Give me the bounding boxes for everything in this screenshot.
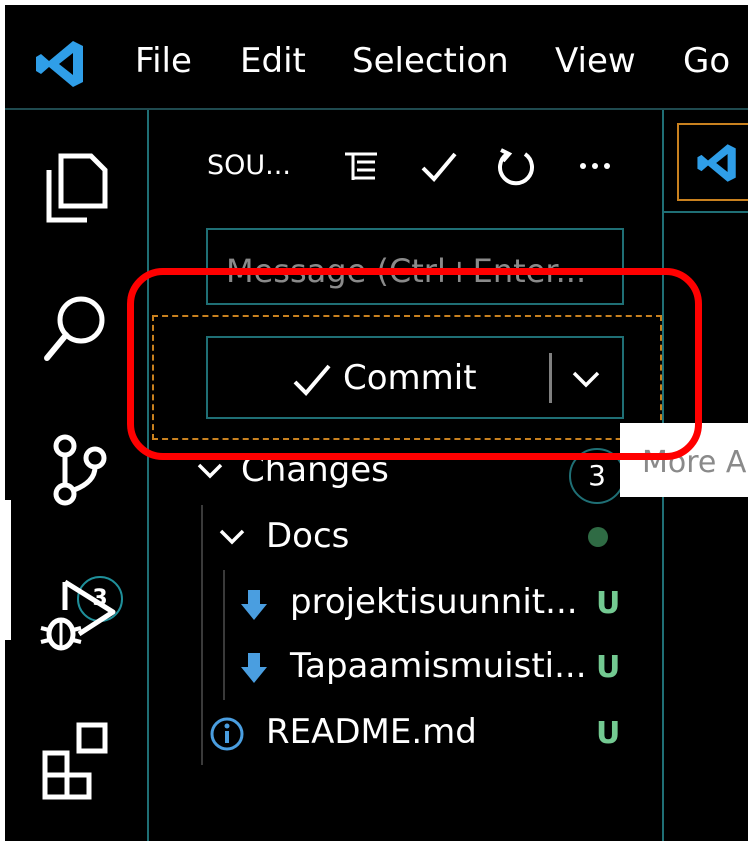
- file-status: U: [596, 650, 621, 685]
- vscode-tab-icon: [697, 144, 736, 182]
- title-bar: File Edit Selection View Go: [5, 5, 748, 108]
- commit-check-icon[interactable]: [417, 144, 461, 188]
- file-status: U: [596, 586, 621, 621]
- source-control-icon[interactable]: [35, 430, 125, 520]
- tree-guide: [201, 505, 203, 765]
- file-status: U: [596, 716, 621, 751]
- highlight-annotation: [127, 268, 702, 460]
- menu-go[interactable]: Go: [683, 41, 730, 81]
- file-item[interactable]: README.md: [266, 712, 477, 752]
- info-icon: [210, 717, 244, 751]
- folder-docs[interactable]: Docs: [266, 516, 349, 556]
- panel-title: SOU...: [207, 150, 291, 181]
- file-item[interactable]: projektisuunnit...: [290, 582, 578, 622]
- menu-view[interactable]: View: [555, 41, 636, 81]
- file-arrow-down-icon: [241, 653, 267, 683]
- tree-guide: [223, 570, 225, 700]
- active-indicator: [5, 500, 11, 640]
- changes-chevron-down-icon[interactable]: [195, 456, 225, 486]
- view-as-tree-icon[interactable]: [339, 144, 383, 188]
- tab-bar-border: [664, 211, 748, 213]
- file-item[interactable]: Tapaamismuisti...: [290, 646, 587, 686]
- menu-selection[interactable]: Selection: [352, 41, 509, 81]
- search-icon[interactable]: [35, 290, 115, 370]
- run-debug-icon[interactable]: [35, 572, 125, 662]
- explorer-icon[interactable]: [35, 148, 115, 228]
- activity-bar: 3: [5, 110, 147, 841]
- menu-edit[interactable]: Edit: [240, 41, 306, 81]
- refresh-icon[interactable]: [495, 144, 539, 188]
- editor-tab[interactable]: [677, 123, 748, 201]
- more-actions-icon[interactable]: [573, 144, 617, 188]
- folder-modified-dot: [588, 527, 608, 547]
- source-control-panel: SOU... Message (Ctrl+Enter... Commit Cha…: [149, 110, 663, 841]
- vscode-logo-icon: [36, 41, 83, 87]
- docs-chevron-down-icon[interactable]: [217, 522, 247, 552]
- menu-file[interactable]: File: [135, 41, 192, 81]
- extensions-icon[interactable]: [35, 715, 125, 805]
- file-arrow-down-icon: [241, 590, 267, 620]
